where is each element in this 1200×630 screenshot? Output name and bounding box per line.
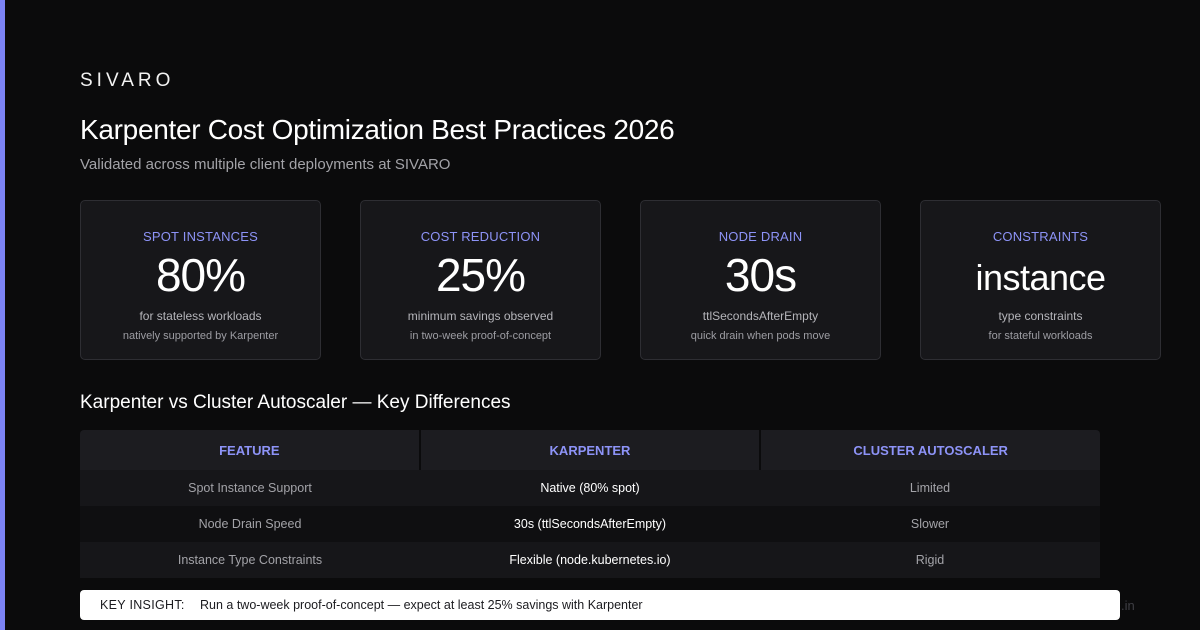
accent-bar: [0, 0, 5, 630]
table-header: FEATURE KARPENTER CLUSTER AUTOSCALER: [80, 430, 1101, 470]
stat-note: in two-week proof-of-concept: [409, 330, 552, 342]
column-header-cluster-autoscaler: CLUSTER AUTOSCALER: [761, 430, 1101, 470]
table-row: Node Drain Speed 30s (ttlSecondsAfterEmp…: [80, 506, 1100, 542]
table-row: Spot Instance Support Native (80% spot) …: [80, 470, 1100, 506]
column-header-karpenter: KARPENTER: [420, 430, 760, 470]
stat-label: COST REDUCTION: [420, 229, 541, 244]
brand-logo: SIVARO: [80, 70, 175, 91]
karpenter-cell: 30s (ttlSecondsAfterEmpty): [513, 517, 667, 531]
stat-card-spot-instances: SPOT INSTANCES 80% for stateless workloa…: [80, 200, 321, 360]
stat-description: for stateless workloads: [139, 309, 262, 323]
key-insight-banner: KEY INSIGHT: Run a two-week proof-of-con…: [80, 590, 1120, 620]
stat-card-constraints: CONSTRAINTS instance type constraints fo…: [920, 200, 1161, 360]
stat-value: 25%: [435, 249, 526, 301]
cluster-autoscaler-cell: Rigid: [915, 553, 945, 567]
stat-value: 80%: [155, 249, 246, 301]
comparison-section-title: Karpenter vs Cluster Autoscaler — Key Di…: [80, 392, 511, 413]
insight-label: KEY INSIGHT:: [100, 598, 185, 612]
table-row: Instance Type Constraints Flexible (node…: [80, 542, 1100, 578]
stat-description: type constraints: [998, 309, 1083, 323]
stat-label: CONSTRAINTS: [992, 229, 1089, 244]
stat-value: instance: [975, 257, 1106, 298]
stat-description: minimum savings observed: [407, 309, 554, 323]
stat-label: SPOT INSTANCES: [142, 229, 258, 244]
karpenter-cell: Native (80% spot): [540, 481, 640, 495]
stat-note: for stateful workloads: [988, 330, 1093, 342]
feature-cell: Spot Instance Support: [188, 481, 312, 495]
cluster-autoscaler-cell: Limited: [909, 481, 951, 495]
feature-cell: Node Drain Speed: [198, 517, 302, 531]
insight-text: Run a two-week proof-of-concept — expect…: [200, 598, 643, 612]
footer-fragment: .in: [1121, 598, 1135, 613]
stat-cards: SPOT INSTANCES 80% for stateless workloa…: [80, 200, 1161, 360]
page-title: Karpenter Cost Optimization Best Practic…: [80, 114, 675, 145]
stat-note: natively supported by Karpenter: [122, 330, 279, 342]
stat-description: ttlSecondsAfterEmpty: [702, 309, 819, 323]
stat-note: quick drain when pods move: [690, 330, 831, 342]
cluster-autoscaler-cell: Slower: [910, 517, 950, 531]
stat-card-node-drain: NODE DRAIN 30s ttlSecondsAfterEmpty quic…: [640, 200, 881, 360]
column-header-feature: FEATURE: [80, 430, 419, 470]
stat-label: NODE DRAIN: [718, 229, 803, 244]
page-subtitle: Validated across multiple client deploym…: [80, 156, 451, 173]
feature-cell: Instance Type Constraints: [177, 553, 323, 567]
stat-value: 30s: [724, 249, 797, 301]
karpenter-cell: Flexible (node.kubernetes.io): [509, 553, 671, 567]
comparison-table: FEATURE KARPENTER CLUSTER AUTOSCALER Spo…: [80, 430, 1101, 578]
stat-card-cost-reduction: COST REDUCTION 25% minimum savings obser…: [360, 200, 601, 360]
